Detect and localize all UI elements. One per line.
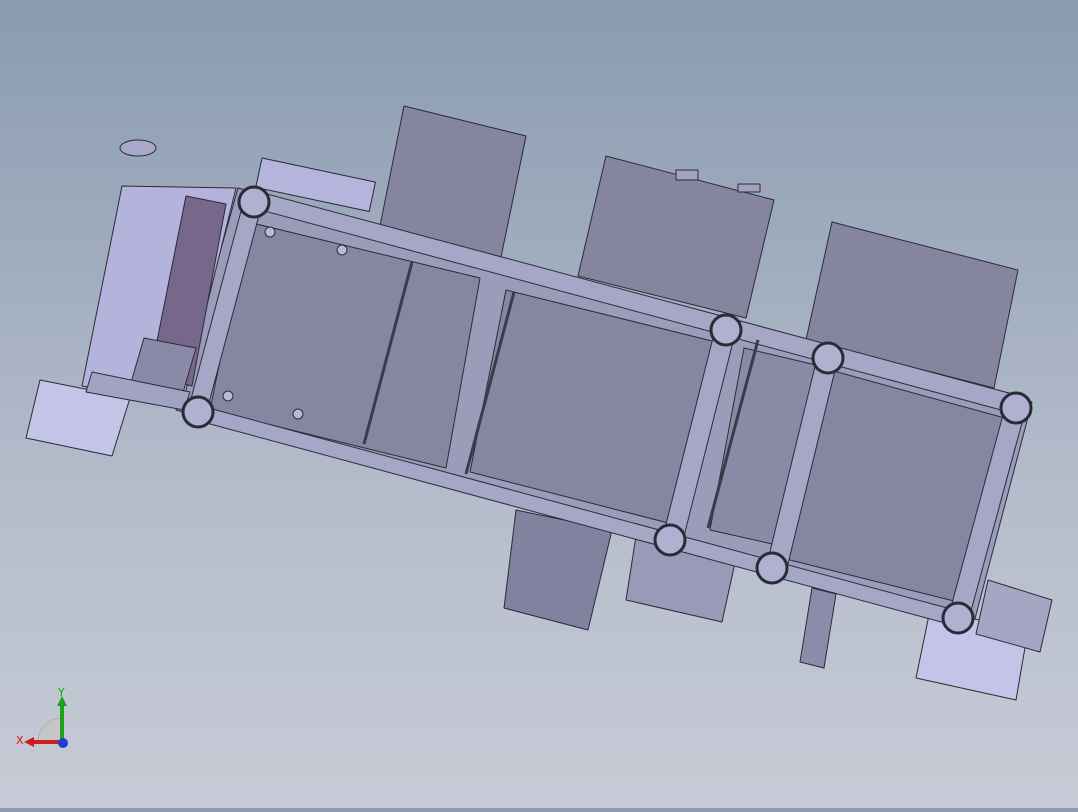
bolt-4 xyxy=(264,226,276,238)
corner-wheel-3[interactable] xyxy=(709,313,743,347)
corner-wheel-6[interactable] xyxy=(755,551,789,585)
model-canvas[interactable] xyxy=(0,0,1078,808)
triad-quadrant xyxy=(37,717,63,743)
corner-wheel-2[interactable] xyxy=(181,395,215,429)
cad-viewport[interactable]: Y X xyxy=(0,0,1078,808)
lower-post[interactable] xyxy=(799,587,837,669)
corner-wheel-8[interactable] xyxy=(941,601,975,635)
y-axis-label: Y xyxy=(57,686,65,699)
corner-wheel-1[interactable] xyxy=(237,185,271,219)
top-fitting-2 xyxy=(737,183,761,193)
x-axis-arrow-icon xyxy=(24,737,34,747)
corner-wheel-4[interactable] xyxy=(653,523,687,557)
x-axis-label: X xyxy=(16,734,24,747)
bolt-2 xyxy=(222,390,234,402)
bolt-3 xyxy=(292,408,304,420)
top-fitting-1 xyxy=(675,169,699,181)
z-axis-dot-icon xyxy=(58,738,68,748)
top-left-pin xyxy=(119,139,157,157)
bolt-1 xyxy=(336,244,348,256)
corner-wheel-7[interactable] xyxy=(999,391,1033,425)
axis-triad: Y X xyxy=(16,686,68,748)
corner-wheel-5[interactable] xyxy=(811,341,845,375)
